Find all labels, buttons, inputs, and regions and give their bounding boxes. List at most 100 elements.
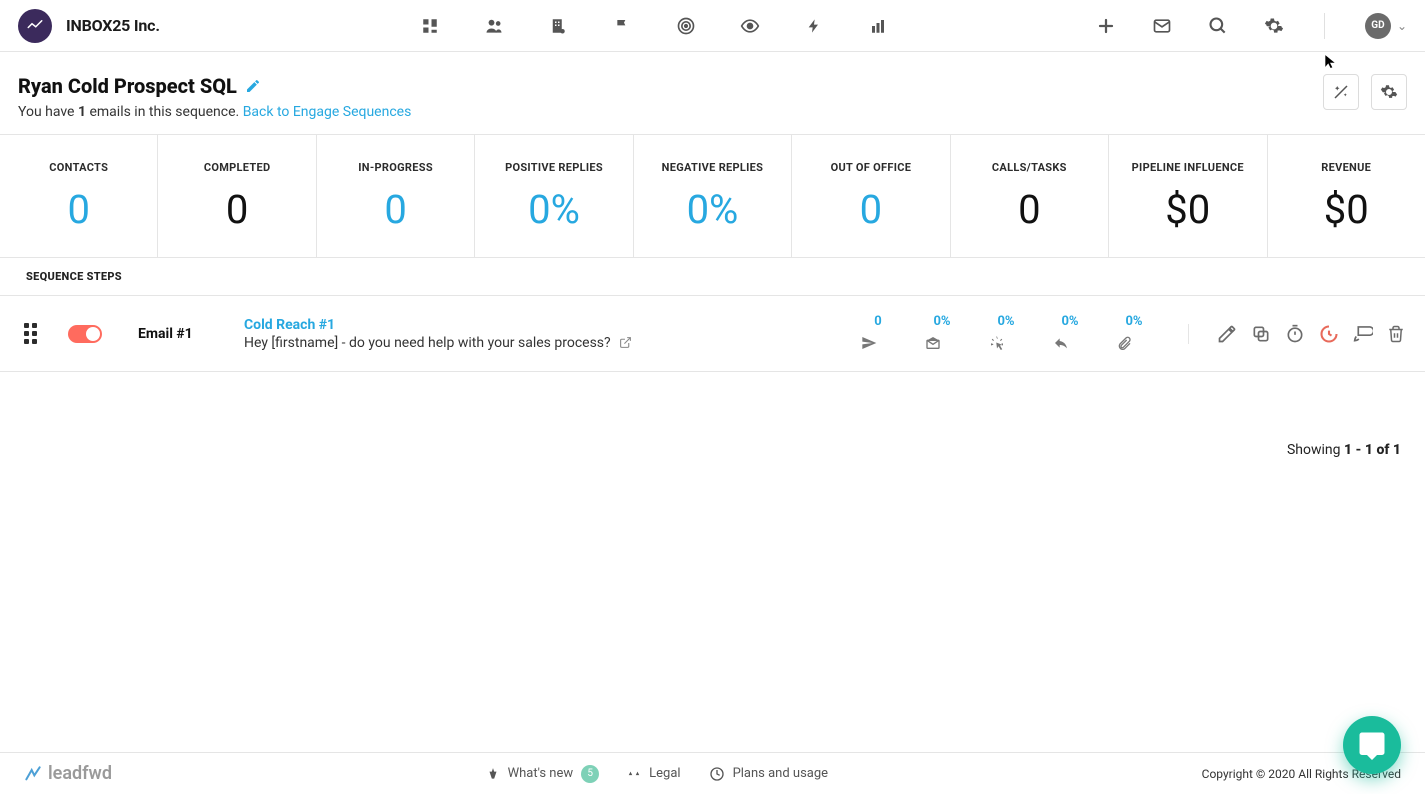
dashboard-icon[interactable]	[420, 16, 440, 36]
edit-title-icon[interactable]	[245, 78, 261, 94]
plus-icon[interactable]	[1096, 16, 1116, 36]
stat-label: PIPELINE INFLUENCE	[1119, 161, 1256, 174]
whatsnew-link[interactable]: What's new 5	[486, 765, 600, 783]
step-metric[interactable]: 0%	[988, 314, 1024, 353]
stat-card[interactable]: IN-PROGRESS0	[317, 135, 475, 257]
footer-center: What's new 5 Legal Plans and usage	[486, 765, 829, 783]
magic-button[interactable]	[1323, 74, 1359, 110]
header: INBOX25 Inc.	[0, 0, 1425, 52]
footer: leadfwd What's new 5 Legal Plans and usa…	[0, 752, 1425, 794]
people-icon[interactable]	[484, 16, 504, 36]
title-left: Ryan Cold Prospect SQL You have 1 emails…	[18, 74, 411, 120]
sequence-title-text: Ryan Cold Prospect SQL	[18, 74, 237, 98]
nav-center	[420, 16, 888, 36]
brand-logo[interactable]	[18, 9, 52, 43]
pagination-range: 1 - 1 of 1	[1344, 442, 1401, 458]
metric-value: 0%	[924, 314, 960, 329]
stat-card[interactable]: CONTACTS 0	[0, 135, 158, 257]
step-actions	[1188, 324, 1405, 344]
stat-card[interactable]: COMPLETED 0	[158, 135, 316, 257]
stat-label: NEGATIVE REPLIES	[644, 161, 781, 174]
attach-icon	[1116, 335, 1152, 353]
footer-brand-text: leadfwd	[48, 763, 112, 784]
stat-label: CALLS/TASKS	[961, 161, 1098, 174]
step-metric[interactable]: 0%	[1052, 314, 1088, 353]
step-metric[interactable]: 0%	[924, 314, 960, 353]
stat-value: 0	[961, 186, 1098, 233]
title-actions	[1323, 74, 1407, 110]
chevron-down-icon: ⌄	[1397, 19, 1407, 33]
metric-value: 0%	[1116, 314, 1152, 329]
metric-value: 0%	[988, 314, 1024, 329]
brand-name[interactable]: INBOX25 Inc.	[66, 16, 160, 35]
step-toggle[interactable]	[68, 325, 102, 343]
metric-value: 0%	[1052, 314, 1088, 329]
stat-card[interactable]: REVENUE $0	[1268, 135, 1425, 257]
nav-right: GD ⌄	[1096, 13, 1407, 39]
pagination-prefix: Showing	[1287, 442, 1344, 458]
stat-card[interactable]: PIPELINE INFLUENCE $0	[1109, 135, 1267, 257]
schedule-step-icon[interactable]	[1319, 324, 1339, 344]
stat-value: 0	[10, 186, 147, 233]
step-preview: Hey [firstname] - do you need help with …	[244, 335, 824, 351]
gear-icon[interactable]	[1264, 16, 1284, 36]
stat-value: 0%	[644, 186, 781, 233]
edit-step-icon[interactable]	[1217, 324, 1237, 344]
metric-value: 0	[860, 314, 896, 329]
subtext-prefix: You have	[18, 104, 78, 120]
user-menu[interactable]: GD ⌄	[1365, 13, 1407, 39]
copy-step-icon[interactable]	[1251, 324, 1271, 344]
step-title[interactable]: Cold Reach #1	[244, 317, 824, 333]
stat-value: $0	[1119, 186, 1256, 233]
step-metric[interactable]: 0%	[1116, 314, 1152, 353]
stat-value: 0	[168, 186, 305, 233]
stat-card[interactable]: CALLS/TASKS 0	[951, 135, 1109, 257]
divider	[1324, 13, 1325, 39]
sequence-title: Ryan Cold Prospect SQL	[18, 74, 411, 98]
stat-label: COMPLETED	[168, 161, 305, 174]
stat-label: CONTACTS	[10, 161, 147, 174]
mail-icon[interactable]	[1152, 16, 1172, 36]
flag-icon[interactable]	[612, 16, 632, 36]
settings-button[interactable]	[1371, 74, 1407, 110]
rocket-step-icon[interactable]	[1353, 324, 1373, 344]
timer-step-icon[interactable]	[1285, 324, 1305, 344]
avatar: GD	[1365, 13, 1391, 39]
open-icon	[924, 335, 960, 351]
click-icon	[988, 335, 1024, 353]
toggle-knob	[86, 327, 100, 341]
stat-value: 0	[327, 186, 464, 233]
drag-handle-icon[interactable]	[20, 323, 40, 344]
bolt-icon[interactable]	[804, 16, 824, 36]
popout-icon[interactable]	[619, 336, 632, 349]
stat-card[interactable]: POSITIVE REPLIES0%	[475, 135, 633, 257]
target-icon[interactable]	[676, 16, 696, 36]
stat-value: $0	[1278, 186, 1415, 233]
step-metric[interactable]: 0	[860, 314, 896, 353]
building-icon[interactable]	[548, 16, 568, 36]
step-row: Email #1 Cold Reach #1 Hey [firstname] -…	[0, 296, 1425, 372]
eye-icon[interactable]	[740, 16, 760, 36]
stat-value: 0%	[485, 186, 622, 233]
steps-header: SEQUENCE STEPS	[0, 258, 1425, 296]
stat-card[interactable]: NEGATIVE REPLIES 0%	[634, 135, 792, 257]
title-row: Ryan Cold Prospect SQL You have 1 emails…	[0, 52, 1425, 134]
delete-step-icon[interactable]	[1387, 324, 1405, 344]
plans-link[interactable]: Plans and usage	[709, 766, 829, 782]
chart-icon[interactable]	[868, 16, 888, 36]
step-metrics: 0 0% 0% 0% 0%	[860, 314, 1152, 353]
step-preview-text: Hey [firstname] - do you need help with …	[244, 335, 611, 351]
step-content: Cold Reach #1 Hey [firstname] - do you n…	[244, 317, 824, 351]
chat-fab[interactable]	[1343, 716, 1401, 774]
subtext-mid: emails in this sequence.	[86, 104, 239, 120]
search-icon[interactable]	[1208, 16, 1228, 36]
pagination: Showing 1 - 1 of 1	[0, 372, 1425, 458]
stat-card[interactable]: OUT OF OFFICE0	[792, 135, 950, 257]
reply-icon	[1052, 335, 1088, 351]
stat-label: REVENUE	[1278, 161, 1415, 174]
stat-value: 0	[802, 186, 939, 233]
footer-brand[interactable]: leadfwd	[24, 763, 112, 784]
back-link[interactable]: Back to Engage Sequences	[239, 104, 411, 120]
legal-link[interactable]: Legal	[627, 766, 680, 782]
stats-row: CONTACTS0COMPLETED0IN-PROGRESS0POSITIVE …	[0, 134, 1425, 258]
